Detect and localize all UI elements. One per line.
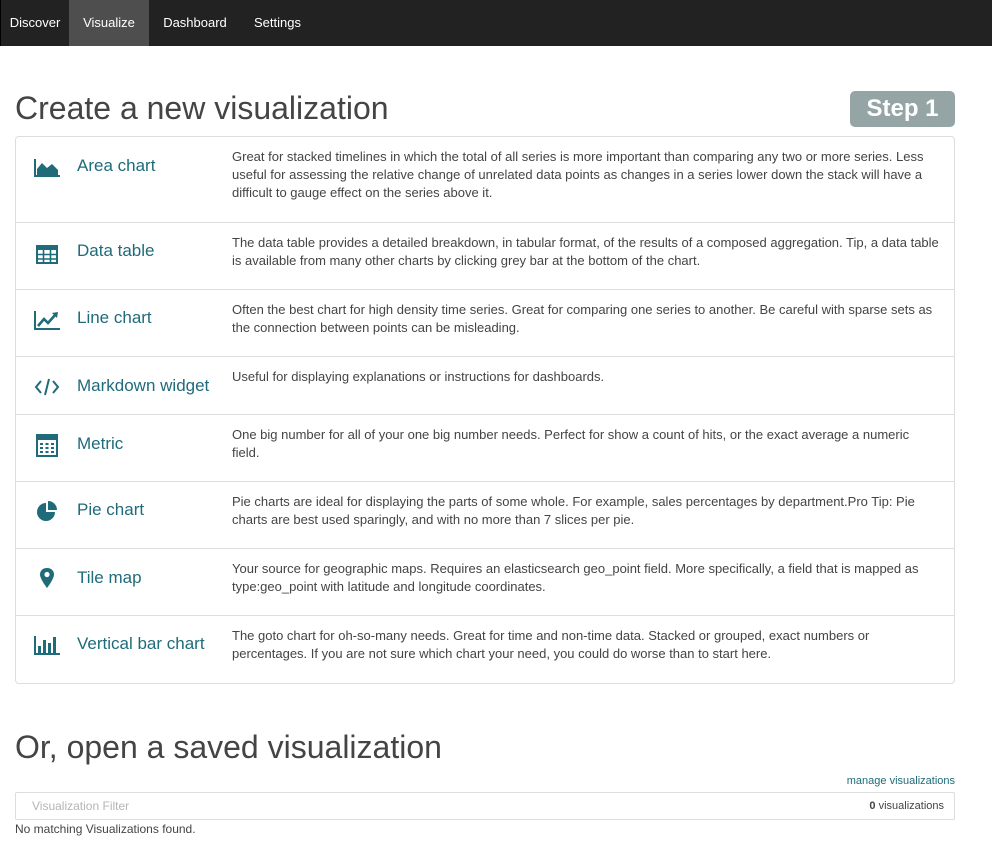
vis-name: Vertical bar chart <box>77 634 205 653</box>
code-icon <box>33 375 61 399</box>
empty-results-message: No matching Visualizations found. <box>15 822 196 836</box>
vis-name: Line chart <box>77 308 152 327</box>
visualization-count: 0 visualizations <box>869 793 944 819</box>
tab-dashboard[interactable]: Dashboard <box>149 0 241 46</box>
vis-item-pie-chart[interactable]: Pie chart Pie charts are ideal for displ… <box>16 482 954 549</box>
vis-name: Pie chart <box>77 500 145 519</box>
vis-description: Pie charts are ideal for displaying the … <box>232 494 915 527</box>
area-chart-icon <box>33 155 61 179</box>
vis-item-markdown-widget[interactable]: Markdown widget Useful for displaying ex… <box>16 357 954 415</box>
vis-item-vertical-bar-chart[interactable]: Vertical bar chart The goto chart for oh… <box>16 616 954 683</box>
tab-discover[interactable]: Discover <box>1 0 69 46</box>
vis-item-data-table[interactable]: Data table The data table provides a det… <box>16 223 954 290</box>
vis-description: Often the best chart for high density ti… <box>232 302 933 335</box>
vis-name: Tile map <box>77 568 142 587</box>
vis-item-area-chart[interactable]: Area chart Great for stacked timelines i… <box>16 137 954 223</box>
vis-item-line-chart[interactable]: Line chart Often the best chart for high… <box>16 290 954 357</box>
line-chart-icon <box>33 308 61 332</box>
visualization-filter-input[interactable] <box>16 793 816 819</box>
vis-description: Great for stacked timelines in which the… <box>232 149 924 200</box>
saved-section-title: Or, open a saved visualization <box>15 729 442 765</box>
vis-description: The goto chart for oh-so-many needs. Gre… <box>232 628 870 661</box>
vis-name: Metric <box>77 434 124 453</box>
tab-settings[interactable]: Settings <box>241 0 314 46</box>
tab-visualize[interactable]: Visualize <box>69 0 149 46</box>
vis-name: Markdown widget <box>77 376 210 395</box>
visualization-count-number: 0 <box>869 800 876 812</box>
map-marker-icon <box>33 566 61 590</box>
manage-visualizations-link[interactable]: manage visualizations <box>847 775 955 787</box>
table-icon <box>33 243 61 267</box>
bar-chart-icon <box>33 633 61 657</box>
top-navbar: Discover Visualize Dashboard Settings <box>0 0 992 46</box>
visualization-count-label: visualizations <box>878 800 944 812</box>
vis-item-tile-map[interactable]: Tile map Your source for geographic maps… <box>16 549 954 616</box>
step-badge: Step 1 <box>850 91 955 127</box>
vis-name: Area chart <box>77 156 156 175</box>
vis-description: The data table provides a detailed break… <box>232 235 939 268</box>
pie-chart-icon <box>33 499 61 523</box>
visualization-filter-box: 0 visualizations <box>15 792 955 820</box>
vis-description: Your source for geographic maps. Require… <box>232 561 919 594</box>
calculator-icon <box>33 433 61 457</box>
vis-description: Useful for displaying explanations or in… <box>232 369 605 384</box>
page-title: Create a new visualization <box>15 90 389 126</box>
vis-name: Data table <box>77 241 155 260</box>
vis-item-metric[interactable]: Metric One big number for all of your on… <box>16 415 954 482</box>
visualization-type-list: Area chart Great for stacked timelines i… <box>15 136 955 684</box>
vis-description: One big number for all of your one big n… <box>232 427 910 460</box>
